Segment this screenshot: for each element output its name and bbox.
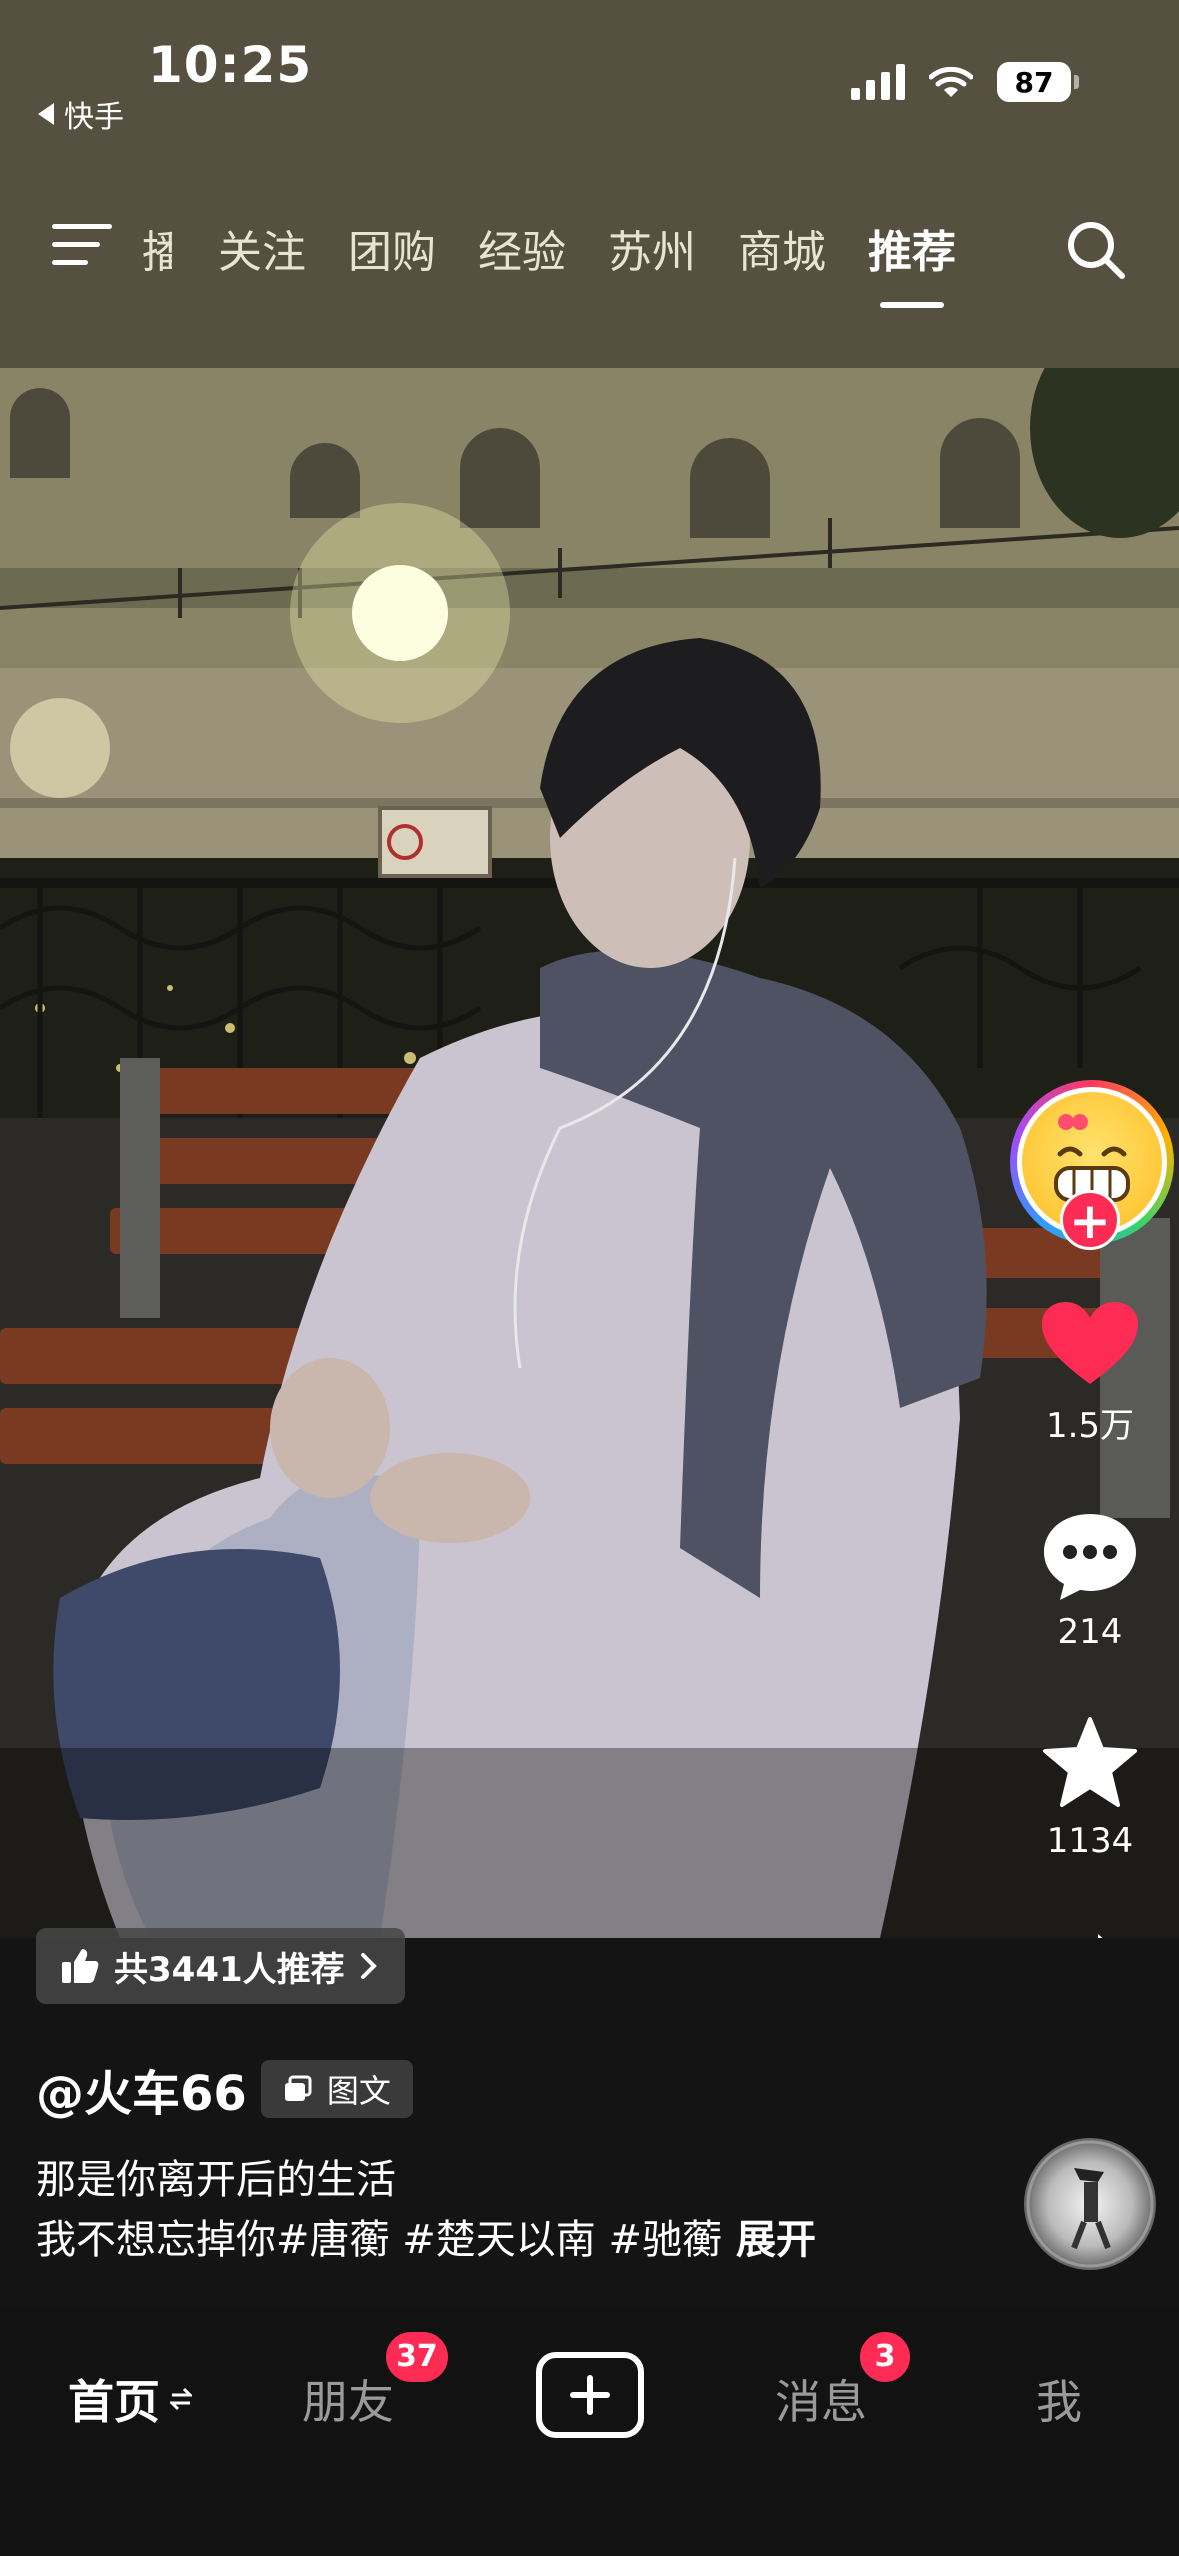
comment-button[interactable]: 214 — [1010, 1510, 1170, 1652]
like-button[interactable]: 1.5万 — [1010, 1300, 1170, 1447]
comment-count: 214 — [1057, 1612, 1123, 1652]
create-post-button[interactable] — [536, 2352, 644, 2438]
tab-messages-label: 消息 — [775, 2375, 867, 2429]
tab-partial[interactable]: 播 — [142, 216, 172, 280]
music-disc-art — [1026, 2140, 1154, 2268]
thumbs-up-icon — [62, 1949, 99, 1983]
music-disc[interactable] — [1024, 2138, 1156, 2270]
post-caption[interactable]: 那是你离开后的生活 我不想忘掉你#唐蘅 #楚天以南 #驰蘅 展开 — [36, 2150, 816, 2270]
like-count: 1.5万 — [1045, 1406, 1135, 1446]
author-row: @火车66 图文 — [36, 2054, 413, 2124]
status-time: 10:25 — [148, 36, 313, 94]
status-icons: 87 — [851, 62, 1079, 102]
tab-friends-label: 朋友 — [302, 2375, 394, 2429]
switch-arrows-icon — [170, 2387, 192, 2411]
author-avatar[interactable]: + — [1010, 1080, 1174, 1250]
comment-icon — [1044, 1514, 1136, 1600]
author-name[interactable]: @火车66 — [36, 2054, 247, 2124]
image-post-icon — [284, 2075, 312, 2101]
tab-me-label: 我 — [1036, 2375, 1082, 2429]
favorite-count: 1134 — [1046, 1821, 1134, 1861]
search-icon[interactable] — [1064, 218, 1128, 282]
tab-suzhou[interactable]: 苏州 — [608, 216, 696, 280]
top-nav: 播 关注 团购 经验 苏州 商城 推荐 — [0, 196, 1179, 308]
post-type-tag: 图文 — [260, 2060, 413, 2118]
recommend-count-text: 共3441人推荐 — [114, 1949, 345, 1990]
tab-friends[interactable]: 朋友 — [302, 2366, 394, 2432]
back-triangle-icon — [38, 103, 54, 125]
favorite-button[interactable]: 1134 — [1010, 1715, 1170, 1861]
recommend-count-button[interactable]: 共3441人推荐 — [36, 1928, 405, 2004]
tab-follow[interactable]: 关注 — [218, 216, 306, 280]
battery-level: 87 — [997, 62, 1071, 102]
tab-mall[interactable]: 商城 — [738, 216, 826, 280]
battery-icon: 87 — [997, 62, 1079, 102]
friends-badge: 37 — [386, 2332, 448, 2382]
heart-icon — [1042, 1302, 1138, 1384]
star-icon — [1043, 1717, 1137, 1807]
tab-experience[interactable]: 经验 — [478, 216, 566, 280]
wifi-icon — [929, 66, 973, 97]
top-area: 10:25 快手 87 播 关注 团购 经验 苏州 商城 推荐 — [0, 0, 1179, 368]
caption-line-1: 那是你离开后的生活 — [36, 2157, 396, 2203]
expand-button[interactable]: 展开 — [736, 2217, 816, 2263]
follow-button[interactable]: + — [1060, 1190, 1120, 1250]
back-app-label: 快手 — [64, 100, 124, 135]
back-to-app-button[interactable]: 快手 — [38, 92, 124, 136]
tab-me[interactable]: 我 — [1036, 2366, 1082, 2432]
tab-group-buy[interactable]: 团购 — [348, 216, 436, 280]
messages-badge: 3 — [860, 2332, 910, 2382]
post-photo[interactable] — [0, 368, 1179, 1938]
bottom-tab-bar: 首页 朋友 37 消息 3 我 — [0, 2308, 1179, 2556]
signal-icon — [851, 64, 905, 100]
tab-messages[interactable]: 消息 — [775, 2366, 867, 2432]
tab-list: 关注 团购 经验 苏州 商城 推荐 — [218, 216, 956, 308]
tab-home-label: 首页 — [68, 2375, 160, 2429]
tab-home[interactable]: 首页 — [68, 2366, 192, 2432]
chevron-right-icon — [360, 1953, 377, 1979]
menu-icon[interactable] — [52, 220, 114, 270]
post-type-label: 图文 — [326, 2072, 391, 2110]
photo-scene — [0, 368, 1179, 1938]
tab-recommend[interactable]: 推荐 — [868, 216, 956, 308]
caption-line-2: 我不想忘掉你#唐蘅 #楚天以南 #驰蘅 — [36, 2217, 722, 2263]
